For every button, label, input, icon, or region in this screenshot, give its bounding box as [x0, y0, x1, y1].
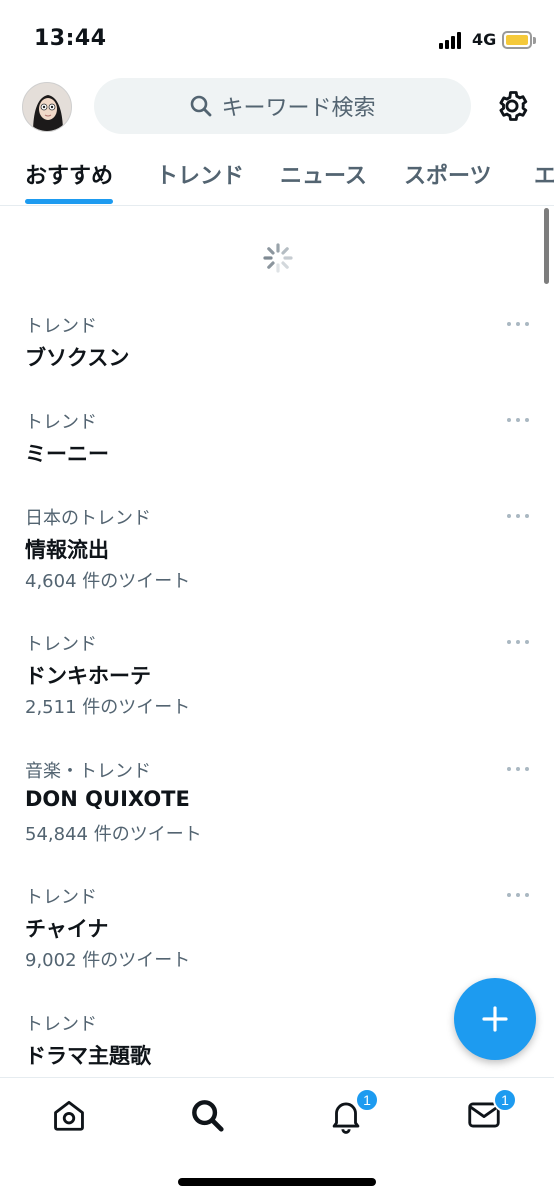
more-icon[interactable] [505, 416, 531, 424]
search-tab[interactable] [188, 1096, 228, 1136]
messages-tab[interactable]: 1 [465, 1088, 517, 1136]
tab-recommended[interactable]: おすすめ [25, 158, 113, 190]
tab-bar: おすすめ トレンド ニュース スポーツ エ [0, 150, 554, 206]
loading-spinner-icon [262, 242, 294, 274]
trend-title: DON QUIXOTE [25, 787, 190, 811]
network-type: 4G [472, 30, 497, 49]
more-icon[interactable] [505, 891, 531, 899]
trend-category: トレンド [25, 316, 97, 337]
tab-indicator [25, 199, 113, 204]
signal-bars-icon [439, 31, 465, 49]
notifications-tab[interactable]: 1 [327, 1088, 379, 1136]
trend-item[interactable]: トレンド ブソクスン [0, 300, 554, 396]
trend-category: 音楽・トレンド [25, 761, 151, 782]
search-icon [192, 1100, 224, 1132]
profile-avatar[interactable] [22, 82, 72, 132]
battery-tip [533, 37, 536, 44]
trend-category: トレンド [25, 1014, 97, 1035]
tab-sports[interactable]: スポーツ [404, 158, 492, 190]
tab-entertainment[interactable]: エ [534, 158, 554, 190]
search-input[interactable]: キーワード検索 [94, 78, 471, 134]
home-icon [54, 1100, 84, 1131]
home-indicator[interactable] [178, 1178, 376, 1186]
more-icon[interactable] [505, 512, 531, 520]
more-icon[interactable] [505, 638, 531, 646]
battery-icon [502, 31, 532, 49]
trend-category: トレンド [25, 412, 97, 433]
trend-category: 日本のトレンド [25, 508, 151, 529]
trend-title: チャイナ [25, 917, 109, 941]
compose-button[interactable] [454, 978, 536, 1060]
scrollbar[interactable] [544, 208, 549, 284]
trend-item[interactable]: 音楽・トレンド DON QUIXOTE 54,844 件のツイート [0, 745, 554, 871]
gear-icon[interactable] [494, 88, 530, 124]
search-placeholder: キーワード検索 [221, 96, 376, 121]
trend-tweet-count: 4,604 件のツイート [25, 571, 191, 592]
tab-news[interactable]: ニュース [280, 158, 367, 190]
tab-trending[interactable]: トレンド [156, 158, 244, 190]
trend-title: 情報流出 [25, 538, 109, 562]
trend-category: トレンド [25, 887, 97, 908]
status-bar: 13:44 4G [0, 0, 554, 72]
trend-tweet-count: 2,511 件のツイート [25, 697, 191, 718]
trend-title: ミーニー [25, 442, 109, 466]
trend-item[interactable]: トレンド チャイナ 9,002 件のツイート [0, 871, 554, 998]
trend-category: トレンド [25, 634, 97, 655]
trend-item[interactable]: トレンド ミーニー [0, 396, 554, 492]
trend-title: ドンキホーテ [25, 664, 151, 688]
plus-icon [482, 1006, 508, 1032]
messages-badge: 1 [493, 1088, 517, 1112]
notifications-badge: 1 [355, 1088, 379, 1112]
trend-title: ブソクスン [25, 346, 130, 370]
search-icon [191, 95, 212, 117]
trend-item[interactable]: 日本のトレンド 情報流出 4,604 件のツイート [0, 492, 554, 618]
status-time: 13:44 [34, 26, 107, 51]
trend-title: ドラマ主題歌 [25, 1044, 151, 1068]
trend-tweet-count: 9,002 件のツイート [25, 950, 191, 971]
home-tab[interactable] [50, 1096, 90, 1136]
trend-tweet-count: 54,844 件のツイート [25, 824, 202, 845]
more-icon[interactable] [505, 320, 531, 328]
trend-item[interactable]: トレンド ドンキホーテ 2,511 件のツイート [0, 618, 554, 745]
more-icon[interactable] [505, 765, 531, 773]
